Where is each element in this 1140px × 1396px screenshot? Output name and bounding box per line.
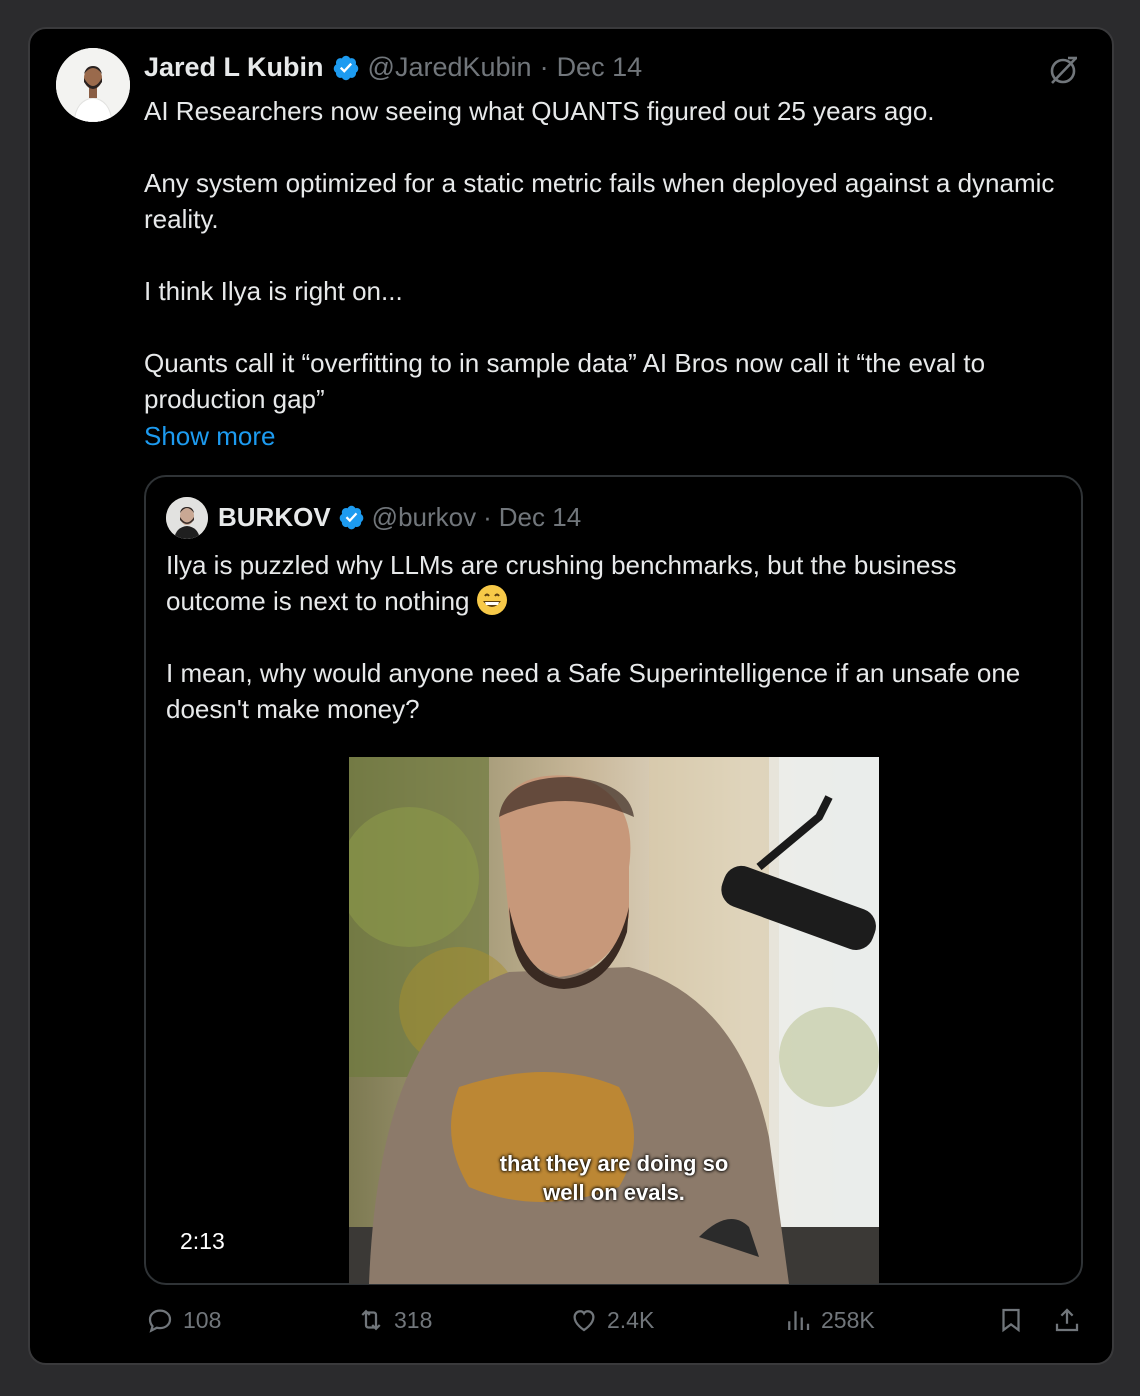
quote-author-handle[interactable]: @burkov <box>372 502 476 533</box>
like-button[interactable]: 2.4K <box>569 1305 654 1335</box>
quote-header: BURKOV @burkov · Dec 14 <box>218 502 581 533</box>
verified-badge-icon <box>333 55 358 80</box>
show-more-link[interactable]: Show more <box>144 418 276 454</box>
like-count: 2.4K <box>607 1306 655 1333</box>
quote-paragraph: Ilya is puzzled why LLMs are crushing be… <box>166 547 1056 619</box>
grok-icon[interactable] <box>1046 52 1082 88</box>
like-icon <box>573 1310 595 1332</box>
bookmark-icon <box>1002 1308 1020 1333</box>
quote-author-avatar[interactable] <box>166 497 208 539</box>
share-icon <box>1055 1308 1079 1332</box>
quote-paragraph: I mean, why would anyone need a Safe Sup… <box>166 658 1021 724</box>
tweet-paragraph: I think Ilya is right on... <box>144 276 403 306</box>
bookmark-button[interactable] <box>996 1305 1026 1335</box>
video-caption: that they are doing so well on evals. <box>349 1149 879 1207</box>
repost-button[interactable]: 318 <box>356 1305 432 1335</box>
author-avatar[interactable] <box>56 48 130 122</box>
quote-author-name[interactable]: BURKOV <box>218 502 331 533</box>
tweet-date[interactable]: Dec 14 <box>557 52 643 83</box>
tweet-paragraph: AI Researchers now seeing what QUANTS fi… <box>144 96 935 126</box>
quote-body: Ilya is puzzled why LLMs are crushing be… <box>166 547 1056 727</box>
quote-date[interactable]: Dec 14 <box>499 502 581 533</box>
tweet-paragraph: Any system optimized for a static metric… <box>144 168 1055 234</box>
caption-line: well on evals. <box>543 1180 685 1205</box>
action-bar: 108 318 2.4K 258K <box>0 1305 1140 1345</box>
tweet-body: AI Researchers now seeing what QUANTS fi… <box>144 93 1074 417</box>
views-icon <box>788 1311 810 1330</box>
views-count: 258K <box>821 1306 875 1333</box>
share-button[interactable] <box>1052 1305 1082 1335</box>
verified-badge-icon <box>339 505 363 530</box>
author-handle[interactable]: @JaredKubin <box>368 52 532 83</box>
reply-button[interactable]: 108 <box>145 1305 221 1335</box>
grinning-emoji-icon <box>476 585 507 615</box>
reply-count: 108 <box>183 1306 222 1333</box>
separator: · <box>539 52 549 82</box>
views-button[interactable]: 258K <box>783 1305 875 1335</box>
reply-icon <box>148 1309 172 1333</box>
repost-count: 318 <box>394 1306 433 1333</box>
repost-icon <box>361 1309 381 1331</box>
separator: · <box>483 502 492 532</box>
quote-paragraph-text: Ilya is puzzled why LLMs are crushing be… <box>166 550 957 616</box>
video-player[interactable]: that they are doing so well on evals. <box>349 757 879 1284</box>
author-name[interactable]: Jared L Kubin <box>144 52 324 83</box>
video-duration: 2:13 <box>180 1228 225 1254</box>
caption-line: that they are doing so <box>499 1151 729 1176</box>
tweet-paragraph: Quants call it “overfitting to in sample… <box>144 348 986 414</box>
tweet-header: Jared L Kubin @JaredKubin · Dec 14 <box>144 52 642 83</box>
